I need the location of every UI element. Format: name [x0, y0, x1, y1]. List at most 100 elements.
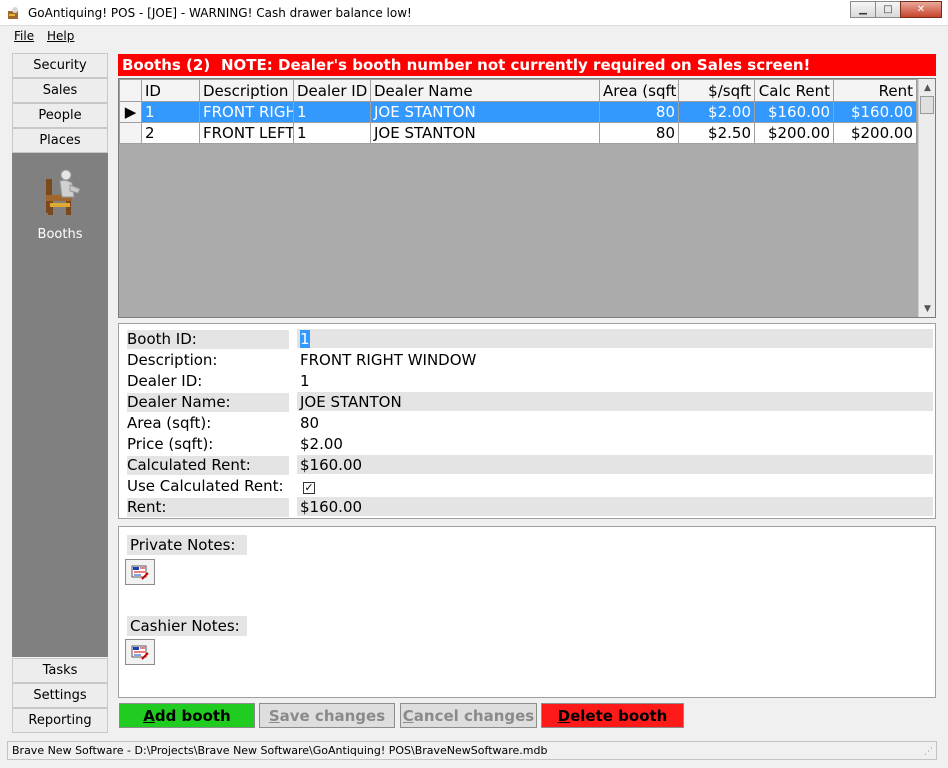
row-header-corner — [119, 79, 142, 102]
detail-label: Dealer Name: — [127, 393, 289, 412]
table-cell-area[interactable]: 80 — [599, 101, 679, 123]
sidebar-item-sales[interactable]: Sales — [12, 78, 108, 103]
sidebar-item-settings[interactable]: Settings — [12, 683, 108, 708]
detail-row-dealer-name: Dealer Name: JOE STANTON — [125, 392, 933, 412]
detail-label: Description: — [127, 351, 218, 369]
maximize-button[interactable]: □ — [875, 1, 901, 18]
table-cell-rent[interactable]: $200.00 — [833, 122, 917, 144]
delete-booth-accel: D — [557, 706, 571, 725]
col-header-price-sqft[interactable]: $/sqft — [678, 79, 755, 102]
detail-row-rent: Rent: $160.00 — [125, 497, 933, 517]
sidebar-item-tasks[interactable]: Tasks — [12, 658, 108, 683]
calculated-rent-field: $160.00 — [297, 455, 933, 474]
col-header-id[interactable]: ID — [141, 79, 200, 102]
scroll-thumb[interactable] — [920, 96, 934, 114]
grid-header-row: ID Description Dealer ID Dealer Name Are… — [119, 79, 917, 102]
add-booth-button[interactable]: Add booth — [119, 703, 255, 728]
table-cell-rent[interactable]: $160.00 — [833, 101, 917, 123]
cancel-changes-accel: C — [402, 706, 414, 725]
detail-row-area: Area (sqft): 80 — [125, 413, 933, 432]
resize-grip-icon[interactable]: ⋰ — [924, 747, 934, 757]
description-field[interactable]: FRONT RIGHT WINDOW — [297, 350, 933, 369]
dealer-id-field[interactable]: 1 — [297, 371, 933, 390]
table-cell-calc-rent[interactable]: $160.00 — [754, 101, 834, 123]
col-header-description[interactable]: Description — [199, 79, 294, 102]
detail-row-use-calculated-rent: Use Calculated Rent: ✓ — [125, 476, 933, 495]
booths-count: Booths (2) — [122, 56, 211, 74]
add-booth-accel: A — [143, 706, 155, 725]
grid-vertical-scrollbar[interactable]: ▲ ▼ — [918, 79, 935, 317]
booth-id-value: 1 — [300, 330, 310, 348]
table-cell-dealer-name[interactable]: JOE STANTON — [370, 122, 600, 144]
menu-file[interactable]: File — [14, 29, 34, 43]
detail-row-description: Description: FRONT RIGHT WINDOW — [125, 350, 933, 369]
close-button[interactable]: ✕ — [900, 1, 942, 18]
current-row-indicator-icon: ▶ — [119, 101, 142, 123]
row-header[interactable] — [119, 122, 142, 144]
table-cell-description[interactable]: FRONT LEFT WINDOW — [199, 122, 294, 144]
detail-row-dealer-id: Dealer ID: 1 — [125, 371, 933, 390]
booth-details-panel: Booth ID: 1 Description: FRONT RIGHT WIN… — [118, 323, 936, 519]
booths-table: ID Description Dealer ID Dealer Name Are… — [119, 79, 917, 144]
window-title: GoAntiquing! POS - [JOE] - WARNING! Cash… — [28, 6, 412, 20]
detail-label: Use Calculated Rent: — [127, 477, 284, 495]
col-header-area[interactable]: Area (sqft) — [599, 79, 679, 102]
menu-bar: File Help — [0, 27, 948, 46]
booths-grid[interactable]: ID Description Dealer ID Dealer Name Are… — [118, 78, 936, 318]
menu-help[interactable]: Help — [47, 29, 74, 43]
dealer-name-field: JOE STANTON — [297, 392, 933, 411]
detail-label: Calculated Rent: — [127, 456, 289, 475]
save-changes-button[interactable]: Save changes — [259, 703, 395, 728]
col-header-rent[interactable]: Rent — [833, 79, 917, 102]
private-notes-label: Private Notes: — [127, 535, 247, 555]
table-cell-price-sqft[interactable]: $2.00 — [678, 101, 755, 123]
table-cell-dealer-id[interactable]: 1 — [293, 101, 371, 123]
scroll-down-icon[interactable]: ▼ — [919, 300, 935, 317]
cancel-changes-button[interactable]: Cancel changes — [400, 703, 537, 728]
area-field[interactable]: 80 — [297, 413, 933, 432]
sidebar-item-booths[interactable]: Booths — [12, 153, 108, 253]
minimize-button[interactable]: ▁ — [850, 1, 876, 18]
status-bar: Brave New Software - D:\Projects\Brave N… — [7, 741, 937, 760]
sidebar-item-reporting[interactable]: Reporting — [12, 708, 108, 733]
use-calculated-rent-field: ✓ — [297, 476, 933, 495]
table-cell-area[interactable]: 80 — [599, 122, 679, 144]
detail-row-booth-id: Booth ID: 1 — [125, 329, 933, 349]
notes-panel: Private Notes: Cashier Notes: — [118, 526, 936, 698]
table-cell-price-sqft[interactable]: $2.50 — [678, 122, 755, 144]
places-panel: Booths — [12, 153, 108, 657]
table-cell-description[interactable]: FRONT RIGHT WINDOW — [199, 101, 294, 123]
private-notes-edit-button[interactable] — [125, 559, 155, 585]
booth-chair-icon — [46, 169, 81, 215]
table-cell-dealer-id[interactable]: 1 — [293, 122, 371, 144]
detail-label: Price (sqft): — [127, 435, 214, 453]
status-text: Brave New Software - D:\Projects\Brave N… — [12, 744, 548, 757]
table-cell-dealer-name[interactable]: JOE STANTON — [370, 101, 600, 123]
table-row[interactable]: ▶ 1 FRONT RIGHT WINDOW 1 JOE STANTON 80 … — [119, 101, 917, 123]
booth-id-field[interactable]: 1 — [297, 329, 933, 348]
scroll-up-icon[interactable]: ▲ — [919, 79, 935, 96]
table-cell-calc-rent[interactable]: $200.00 — [754, 122, 834, 144]
col-header-dealer-id[interactable]: Dealer ID — [293, 79, 371, 102]
sidebar-item-security[interactable]: Security — [12, 53, 108, 78]
table-cell-id[interactable]: 1 — [141, 101, 200, 123]
save-changes-accel: S — [268, 706, 280, 725]
col-header-calc-rent[interactable]: Calc Rent — [754, 79, 834, 102]
detail-label: Rent: — [127, 498, 289, 517]
sidebar-item-people[interactable]: People — [12, 103, 108, 128]
detail-label: Area (sqft): — [127, 414, 212, 432]
price-field[interactable]: $2.00 — [297, 434, 933, 453]
window-controls: ▁ □ ✕ — [850, 1, 942, 18]
sidebar-item-booths-label: Booths — [37, 227, 83, 242]
delete-booth-button[interactable]: Delete booth — [541, 703, 684, 728]
cashier-notes-label: Cashier Notes: — [127, 616, 247, 636]
cashier-notes-edit-button[interactable] — [125, 639, 155, 665]
cancel-changes-label: ancel changes — [413, 706, 535, 725]
detail-label: Booth ID: — [127, 330, 289, 349]
sidebar-item-places[interactable]: Places — [12, 128, 108, 153]
edit-notes-icon — [131, 645, 149, 660]
table-cell-id[interactable]: 2 — [141, 122, 200, 144]
col-header-dealer-name[interactable]: Dealer Name — [370, 79, 600, 102]
use-calculated-rent-checkbox[interactable]: ✓ — [303, 482, 315, 494]
table-row[interactable]: 2 FRONT LEFT WINDOW 1 JOE STANTON 80 $2.… — [119, 122, 917, 144]
